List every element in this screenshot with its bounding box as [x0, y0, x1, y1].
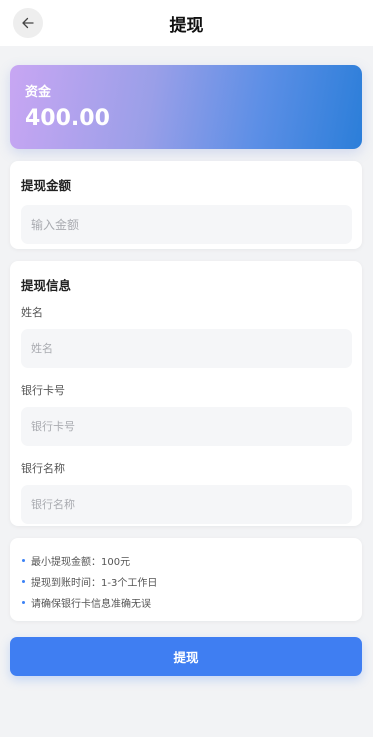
amount-section-title: 提现金额: [21, 178, 72, 193]
back-button[interactable]: [13, 8, 43, 38]
amount-input[interactable]: [21, 205, 352, 244]
bank-name-input[interactable]: [21, 485, 352, 524]
balance-value: 400.00: [25, 106, 110, 131]
bullet-icon: [22, 601, 25, 604]
top-bar: 提现: [0, 0, 373, 46]
amount-card: 提现金额: [10, 161, 362, 249]
tip-item: 请确保银行卡信息准确无误: [22, 592, 350, 613]
arrow-left-icon: [22, 17, 34, 29]
tip-item: 最小提现金额：100元: [22, 550, 350, 571]
tip-item: 提现到账时间：1-3个工作日: [22, 571, 350, 592]
balance-label: 资金: [25, 85, 52, 100]
name-input[interactable]: [21, 329, 352, 368]
info-section-title: 提现信息: [21, 278, 72, 293]
card-number-input[interactable]: [21, 407, 352, 446]
tips-card: 最小提现金额：100元 提现到账时间：1-3个工作日 请确保银行卡信息准确无误: [10, 538, 362, 621]
tip-text: 提现到账时间：1-3个工作日: [31, 578, 158, 589]
withdraw-info-card: 提现信息 姓名 银行卡号 银行名称: [10, 261, 362, 526]
tip-text: 请确保银行卡信息准确无误: [31, 599, 151, 610]
tip-text: 最小提现金额：100元: [31, 557, 131, 568]
page-title: 提现: [169, 15, 204, 36]
bank-name-label: 银行名称: [21, 462, 65, 475]
card-number-label: 银行卡号: [21, 384, 65, 397]
submit-withdraw-button[interactable]: 提现: [10, 637, 362, 676]
bullet-icon: [22, 559, 25, 562]
name-label: 姓名: [21, 306, 43, 319]
balance-card: 资金 400.00: [10, 65, 362, 149]
bullet-icon: [22, 580, 25, 583]
